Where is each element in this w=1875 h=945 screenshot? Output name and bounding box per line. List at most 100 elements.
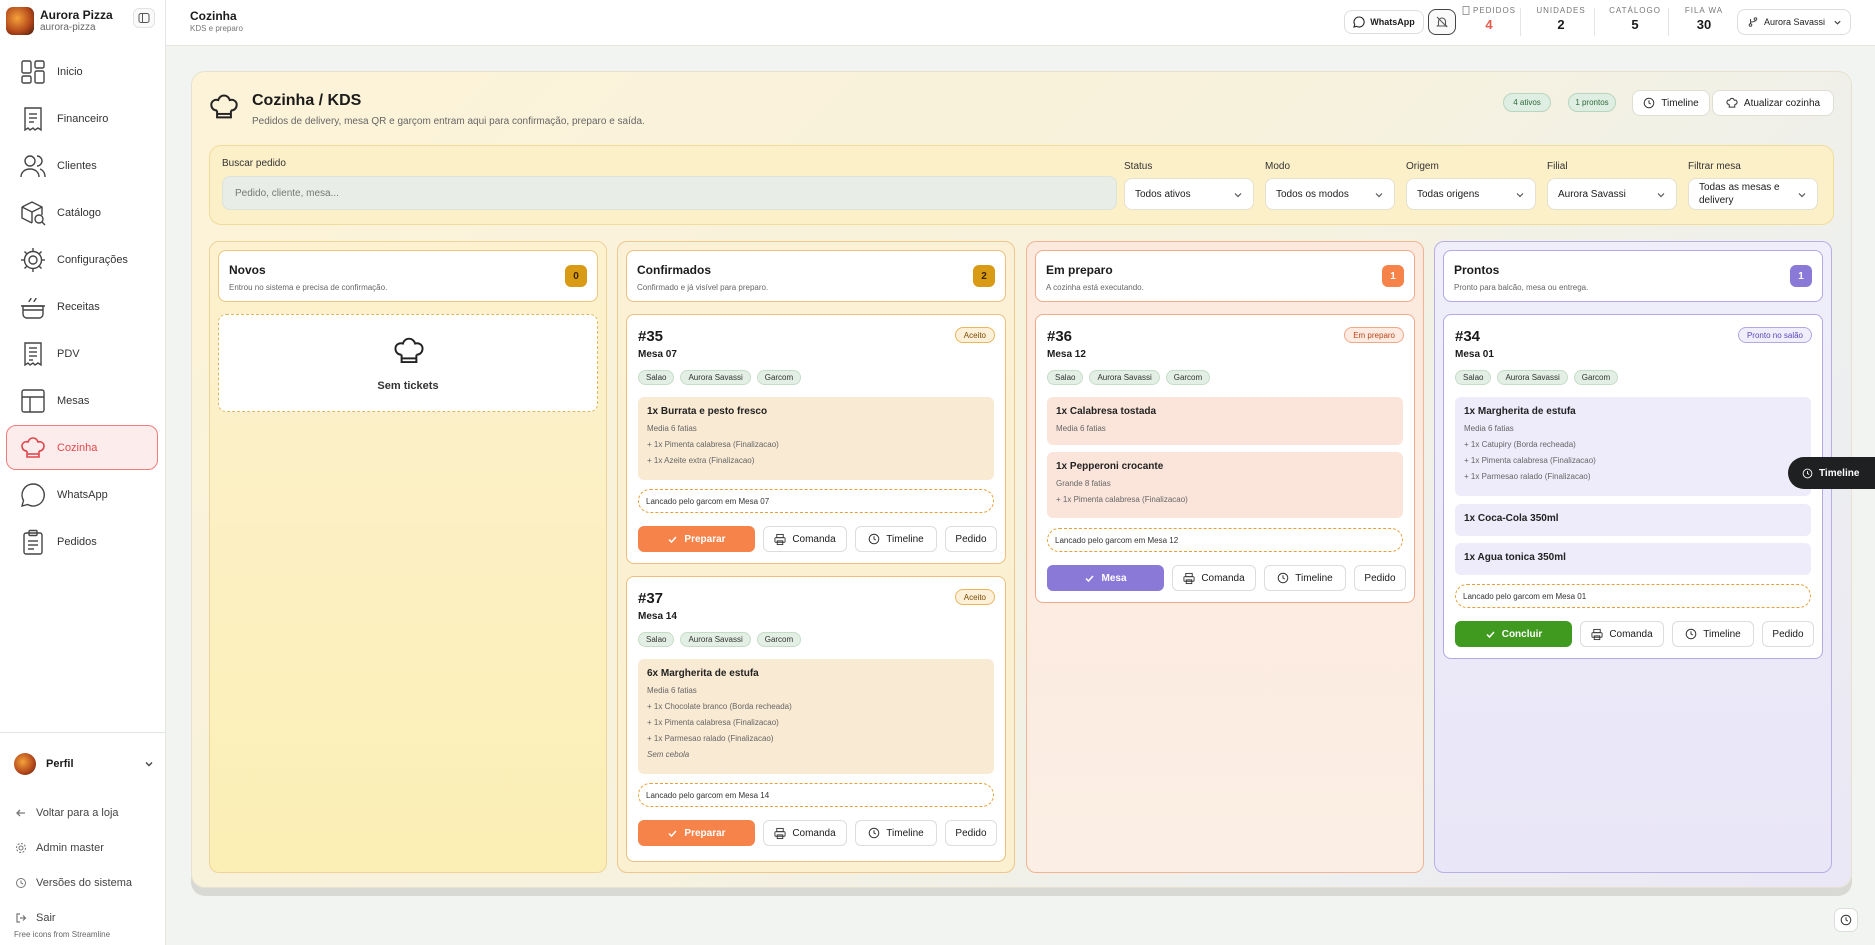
comanda-button[interactable]: Comanda [763, 820, 847, 846]
history-button[interactable] [1834, 908, 1858, 932]
ticket-timeline-label: Timeline [886, 827, 924, 839]
column-title: Prontos [1454, 263, 1500, 277]
ticket-timeline-button[interactable]: Timeline [1672, 621, 1754, 647]
stat-catalogo: CATÁLOGO 5 [1609, 6, 1660, 32]
comanda-button[interactable]: Comanda [1580, 621, 1664, 647]
ticket-item: 1x Agua tonica 350ml [1455, 543, 1811, 575]
ticket-card-37[interactable]: #37 Mesa 14 Aceito Salao Aurora Savassi … [626, 576, 1006, 862]
sidebar-item-mesas[interactable]: Mesas [6, 378, 158, 423]
origin-filter-select[interactable]: Todas origens [1406, 178, 1536, 210]
tag-mode: Salao [1047, 370, 1084, 385]
prepare-button[interactable]: Preparar [638, 526, 755, 552]
ticket-card-36[interactable]: #36 Mesa 12 Em preparo Salao Aurora Sava… [1035, 314, 1415, 603]
order-button[interactable]: Pedido [945, 820, 997, 846]
table-filter-select[interactable]: Todas as mesas e delivery [1688, 178, 1818, 210]
origin-note: Lancado pelo garcom em Mesa 14 [638, 783, 994, 807]
origin-filter-value: Todas origens [1417, 188, 1480, 200]
comanda-button[interactable]: Comanda [1172, 565, 1256, 591]
branch-filter-value: Aurora Savassi [1558, 188, 1626, 200]
sidebar-item-pdv[interactable]: PDV [6, 331, 158, 376]
sidebar-item-financeiro[interactable]: Financeiro [6, 96, 158, 141]
tag-origin: Garcom [756, 370, 802, 385]
item-name: 1x Agua tonica 350ml [1464, 552, 1566, 563]
ticket-timeline-button[interactable]: Timeline [1264, 565, 1346, 591]
arrow-left-icon [14, 806, 28, 820]
sidebar-item-inicio[interactable]: Inicio [6, 49, 158, 94]
ticket-timeline-button[interactable]: Timeline [855, 820, 937, 846]
floating-timeline-button[interactable]: Timeline [1788, 457, 1875, 489]
column-novos: Novos Entrou no sistema e precisa de con… [209, 241, 607, 873]
clock-icon [868, 827, 880, 839]
ticket-timeline-label: Timeline [886, 533, 924, 545]
check-icon [667, 828, 678, 839]
mode-filter-select[interactable]: Todos os modos [1265, 178, 1395, 210]
item-size: Media 6 fatias [647, 686, 697, 695]
whatsapp-button[interactable]: WhatsApp [1344, 10, 1424, 34]
chevron-down-icon [144, 759, 154, 769]
sidebar-item-configuracoes[interactable]: Configurações [6, 237, 158, 282]
chevron-down-icon [1656, 190, 1666, 200]
search-input[interactable]: Pedido, cliente, mesa... [222, 176, 1117, 210]
ticket-timeline-label: Timeline [1703, 628, 1741, 640]
system-versions-link[interactable]: Versões do sistema [14, 865, 160, 900]
status-badge: Aceito [954, 327, 995, 343]
order-button[interactable]: Pedido [945, 526, 997, 552]
check-icon [1084, 573, 1095, 584]
ticket-timeline-button[interactable]: Timeline [855, 526, 937, 552]
comanda-button[interactable]: Comanda [763, 526, 847, 552]
sidebar: Aurora Pizza aurora-pizza Inicio Finance… [0, 0, 166, 945]
item-size: Media 6 fatias [1056, 424, 1106, 433]
refresh-kitchen-button[interactable]: Atualizar cozinha [1712, 90, 1834, 116]
page-subtitle: KDS e preparo [190, 24, 243, 33]
whatsapp-button-label: WhatsApp [1370, 17, 1415, 27]
sidebar-item-catalogo[interactable]: Catálogo [6, 190, 158, 235]
notifications-toggle-button[interactable] [1428, 9, 1456, 35]
sidebar-collapse-button[interactable] [133, 8, 155, 28]
history-icon [1840, 914, 1852, 926]
tag-branch: Aurora Savassi [680, 370, 751, 385]
sidebar-item-label: PDV [57, 347, 80, 360]
order-button[interactable]: Pedido [1354, 565, 1406, 591]
sidebar-item-label: Financeiro [57, 112, 109, 125]
status-filter-label: Status [1124, 161, 1153, 172]
item-size: Media 6 fatias [1464, 424, 1514, 433]
credits-text: Free icons from Streamline [14, 930, 111, 939]
sidebar-bottom-links: Voltar para a loja Admin master Versões … [14, 795, 160, 935]
clipboard-icon [19, 528, 47, 556]
ticket-card-34[interactable]: #34 Mesa 01 Pronto no salão Salao Aurora… [1443, 314, 1823, 659]
complete-button[interactable]: Concluir [1455, 621, 1572, 647]
order-button[interactable]: Pedido [1762, 621, 1814, 647]
status-filter-select[interactable]: Todos ativos [1124, 178, 1254, 210]
sidebar-item-pedidos[interactable]: Pedidos [6, 519, 158, 564]
chat-icon [19, 481, 47, 509]
tag-mode: Salao [1455, 370, 1492, 385]
item-addon: + 1x Pimenta calabresa (Finalizacao) [647, 440, 779, 449]
mode-filter-value: Todos os modos [1276, 188, 1349, 200]
sidebar-item-cozinha[interactable]: Cozinha [6, 425, 158, 470]
ticket-card-35[interactable]: #35 Mesa 07 Aceito Salao Aurora Savassi … [626, 314, 1006, 564]
sidebar-item-whatsapp[interactable]: WhatsApp [6, 472, 158, 517]
stat-unidades-value: 2 [1557, 17, 1565, 32]
history-icon [14, 876, 28, 890]
origin-note: Lancado pelo garcom em Mesa 01 [1455, 584, 1811, 608]
send-to-table-label: Mesa [1101, 572, 1127, 584]
column-header: Confirmados Confirmado e já visível para… [626, 250, 1006, 302]
sidebar-item-clientes[interactable]: Clientes [6, 143, 158, 188]
profile-menu[interactable]: Perfil [14, 752, 154, 776]
chef-hat-icon [19, 434, 47, 462]
prepare-button[interactable]: Preparar [638, 820, 755, 846]
brand-name: Aurora Pizza [40, 8, 113, 22]
receipt-icon [1462, 6, 1470, 15]
stat-fila-wa-value: 30 [1696, 17, 1712, 32]
sidebar-item-receitas[interactable]: Receitas [6, 284, 158, 329]
admin-master-link[interactable]: Admin master [14, 830, 160, 865]
send-to-table-button[interactable]: Mesa [1047, 565, 1164, 591]
branch-filter-select[interactable]: Aurora Savassi [1547, 178, 1677, 210]
ticket-number: #36 [1047, 328, 1073, 345]
timeline-button[interactable]: Timeline [1632, 90, 1710, 116]
ticket-number: #35 [638, 328, 664, 345]
bell-off-icon [1435, 15, 1449, 29]
stat-fila-wa: FILA WA 30 [1682, 6, 1726, 32]
back-to-store-link[interactable]: Voltar para a loja [14, 795, 160, 830]
filial-selector[interactable]: Aurora Savassi [1737, 9, 1851, 35]
